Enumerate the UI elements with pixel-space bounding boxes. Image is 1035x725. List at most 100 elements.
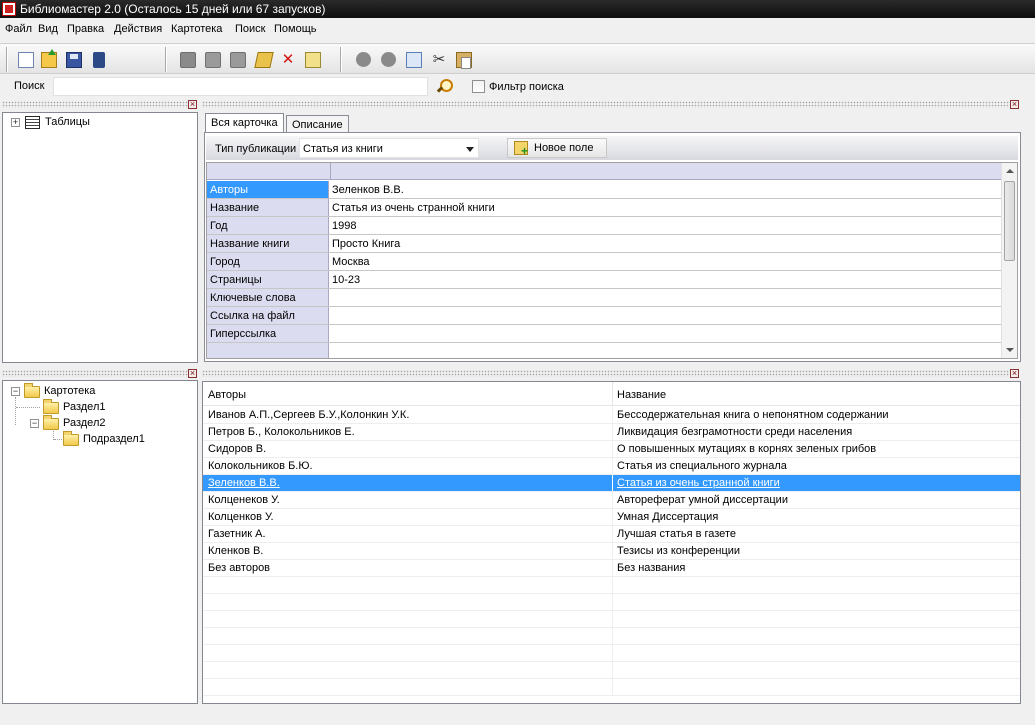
- toolbar-separator: [6, 47, 8, 72]
- close-icon[interactable]: ×: [1010, 100, 1019, 109]
- card-field-value[interactable]: 10-23: [330, 271, 1001, 288]
- list-row[interactable]: Сидоров В. О повышенных мутациях в корня…: [203, 441, 1020, 458]
- card-row[interactable]: [207, 343, 1001, 358]
- note-icon[interactable]: [305, 52, 321, 68]
- paste-icon[interactable]: [456, 52, 472, 69]
- new-field-label: Новое поле: [534, 142, 594, 154]
- card-field-value[interactable]: [330, 307, 1001, 324]
- tab-full-card[interactable]: Вся карточка: [205, 113, 284, 134]
- card-field-key: Название книги: [207, 235, 329, 252]
- list-row[interactable]: Газетник А. Лучшая статья в газете: [203, 526, 1020, 543]
- folder-gray-icon[interactable]: [230, 52, 246, 68]
- new-field-button[interactable]: Новое поле: [507, 138, 607, 158]
- menu-actions[interactable]: Действия: [114, 23, 162, 35]
- title-bar: Библиомастер 2.0 (Осталось 15 дней или 6…: [0, 0, 1035, 18]
- splitter-handle[interactable]: [2, 101, 188, 108]
- menu-edit[interactable]: Правка: [67, 23, 104, 35]
- new-document-icon[interactable]: [18, 52, 34, 68]
- column-header-authors[interactable]: Авторы: [208, 389, 246, 401]
- collapse-icon[interactable]: −: [30, 419, 39, 428]
- row-title: Бессодержательная книга о непонятном сод…: [617, 409, 889, 421]
- menu-view[interactable]: Вид: [38, 23, 58, 35]
- list-row[interactable]: Колценеков У. Автореферат умной диссерта…: [203, 492, 1020, 509]
- scroll-up-icon[interactable]: [1006, 169, 1014, 173]
- edit-icon[interactable]: [254, 52, 274, 68]
- menu-file[interactable]: Файл: [5, 23, 32, 35]
- copy-icon[interactable]: [406, 52, 422, 68]
- window-title: Библиомастер 2.0 (Осталось 15 дней или 6…: [20, 2, 326, 16]
- folder-icon: [43, 415, 59, 430]
- toolbar: ✕ ✂: [0, 43, 1035, 74]
- circle-icon[interactable]: [381, 52, 396, 67]
- catalog-tree-panel: − Картотека Раздел1 − Раздел2 Подраздел1: [2, 380, 198, 704]
- list-row[interactable]: Петров Б., Колокольников Е. Ликвидация б…: [203, 424, 1020, 441]
- cut-icon[interactable]: ✂: [431, 52, 447, 68]
- card-row[interactable]: Ссылка на файл: [207, 307, 1001, 325]
- expand-icon[interactable]: +: [11, 118, 20, 127]
- close-icon[interactable]: ×: [188, 369, 197, 378]
- search-input[interactable]: [53, 77, 428, 96]
- publication-type-bar: Тип публикации Статья из книги Новое пол…: [206, 136, 1018, 160]
- splitter-handle[interactable]: [2, 370, 188, 377]
- tree-item-tables[interactable]: Таблицы: [45, 116, 90, 128]
- scroll-down-icon[interactable]: [1006, 348, 1014, 352]
- card-field-value[interactable]: [330, 289, 1001, 306]
- card-row[interactable]: Страницы 10-23: [207, 271, 1001, 289]
- card-field-value[interactable]: Зеленков В.В.: [330, 181, 1001, 198]
- card-field-value[interactable]: 1998: [330, 217, 1001, 234]
- tree-item-section1[interactable]: Раздел1: [63, 401, 105, 413]
- column-header-title[interactable]: Название: [617, 389, 666, 401]
- row-title: Умная Диссертация: [617, 511, 719, 523]
- card-field-value[interactable]: Статья из очень странной книги: [330, 199, 1001, 216]
- menu-catalog[interactable]: Картотека: [171, 23, 222, 35]
- card-row[interactable]: Название книги Просто Книга: [207, 235, 1001, 253]
- close-icon[interactable]: ×: [1010, 369, 1019, 378]
- row-title: Без названия: [617, 562, 686, 574]
- list-row[interactable]: Колценков У. Умная Диссертация: [203, 509, 1020, 526]
- folder-gray-icon[interactable]: [205, 52, 221, 68]
- card-row[interactable]: Гиперссылка: [207, 325, 1001, 343]
- list-row-selected[interactable]: Зеленков В.В. Статья из очень странной к…: [203, 475, 1020, 492]
- row-authors: Колокольников Б.Ю.: [208, 460, 313, 472]
- collapse-icon[interactable]: −: [11, 387, 20, 396]
- card-field-value[interactable]: [330, 325, 1001, 342]
- empty-row: [203, 611, 1020, 628]
- row-authors: Колценеков У.: [208, 494, 280, 506]
- search-icon[interactable]: [436, 79, 453, 95]
- list-row[interactable]: Без авторов Без названия: [203, 560, 1020, 577]
- open-folder-icon[interactable]: [41, 49, 57, 68]
- export-icon[interactable]: [93, 52, 105, 68]
- menu-search[interactable]: Поиск: [235, 23, 265, 35]
- card-row[interactable]: Год 1998: [207, 217, 1001, 235]
- delete-icon[interactable]: ✕: [280, 52, 296, 68]
- list-row[interactable]: Колокольников Б.Ю. Статья из специальног…: [203, 458, 1020, 475]
- list-row[interactable]: Кленков В. Тезисы из конференции: [203, 543, 1020, 560]
- row-title: Ликвидация безграмотности среди населени…: [617, 426, 853, 438]
- card-field-value[interactable]: Просто Книга: [330, 235, 1001, 252]
- list-row[interactable]: Иванов А.П.,Сергеев Б.У.,Колонкин У.К. Б…: [203, 407, 1020, 424]
- table-icon: [25, 116, 40, 129]
- tree-item-section2[interactable]: Раздел2: [63, 417, 105, 429]
- card-field-value[interactable]: Москва: [330, 253, 1001, 270]
- card-row[interactable]: Авторы Зеленков В.В.: [207, 181, 1001, 199]
- scroll-thumb[interactable]: [1004, 181, 1015, 261]
- card-field-value[interactable]: [330, 343, 1001, 358]
- pub-type-select[interactable]: Статья из книги: [299, 138, 479, 158]
- tree-item-subsection1[interactable]: Подраздел1: [83, 433, 145, 445]
- close-icon[interactable]: ×: [188, 100, 197, 109]
- folder-icon: [24, 383, 40, 398]
- card-scrollbar[interactable]: [1001, 163, 1017, 358]
- card-row[interactable]: Название Статья из очень странной книги: [207, 199, 1001, 217]
- splitter-handle[interactable]: [202, 101, 1010, 108]
- card-row[interactable]: Ключевые слова: [207, 289, 1001, 307]
- row-authors: Иванов А.П.,Сергеев Б.У.,Колонкин У.К.: [208, 409, 410, 421]
- menu-help[interactable]: Помощь: [274, 23, 317, 35]
- grid-icon[interactable]: [180, 52, 196, 68]
- save-icon[interactable]: [66, 52, 82, 68]
- filter-checkbox[interactable]: [472, 80, 485, 93]
- tree-item-catalog[interactable]: Картотека: [44, 385, 95, 397]
- card-row[interactable]: Город Москва: [207, 253, 1001, 271]
- card-field-key: Гиперссылка: [207, 325, 329, 342]
- splitter-handle[interactable]: [202, 370, 1010, 377]
- circle-icon[interactable]: [356, 52, 371, 67]
